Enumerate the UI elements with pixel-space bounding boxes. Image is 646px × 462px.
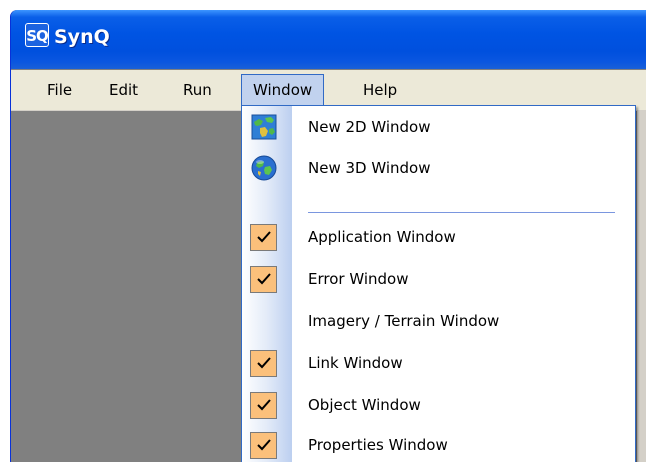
menu-item-label: New 2D Window (308, 118, 431, 136)
checkmark-icon (250, 350, 277, 377)
menu-item-label: Imagery / Terrain Window (308, 312, 500, 330)
menu-item-label: New 3D Window (308, 159, 431, 177)
menu-edit[interactable]: Edit (97, 74, 150, 106)
window-title: SynQ (54, 26, 110, 48)
menu-item-properties-window[interactable]: Properties Window (242, 426, 635, 462)
menu-item-new-3d-window[interactable]: New 3D Window (242, 149, 635, 187)
menu-separator (308, 212, 615, 213)
menu-item-new-2d-window[interactable]: New 2D Window (242, 108, 635, 146)
app-icon: SQ (25, 23, 49, 47)
window-menu-dropdown: New 2D Window New 3D Window Application (241, 105, 636, 462)
menu-help[interactable]: Help (351, 74, 409, 106)
menu-item-link-window[interactable]: Link Window (242, 344, 635, 382)
title-bar[interactable]: SQ SynQ (11, 10, 646, 69)
menu-item-label: Application Window (308, 228, 456, 246)
globe-icon (251, 155, 277, 181)
side-panel-edge (637, 111, 646, 462)
checkmark-icon (250, 266, 277, 293)
menu-item-imagery-terrain-window[interactable]: Imagery / Terrain Window (242, 302, 635, 340)
menu-item-label: Object Window (308, 396, 421, 414)
app-window: SQ SynQ File Edit Run Window Help New 2D… (10, 10, 646, 462)
menu-file[interactable]: File (35, 74, 84, 106)
menu-run[interactable]: Run (171, 74, 224, 106)
menu-item-label: Error Window (308, 270, 409, 288)
menu-item-application-window[interactable]: Application Window (242, 218, 635, 256)
checkmark-icon (250, 224, 277, 251)
checkmark-icon (250, 392, 277, 419)
map-icon (251, 114, 277, 140)
menu-item-error-window[interactable]: Error Window (242, 260, 635, 298)
checkmark-icon (250, 432, 277, 459)
menu-item-label: Properties Window (308, 436, 448, 454)
menu-item-object-window[interactable]: Object Window (242, 386, 635, 424)
menu-item-label: Link Window (308, 354, 403, 372)
